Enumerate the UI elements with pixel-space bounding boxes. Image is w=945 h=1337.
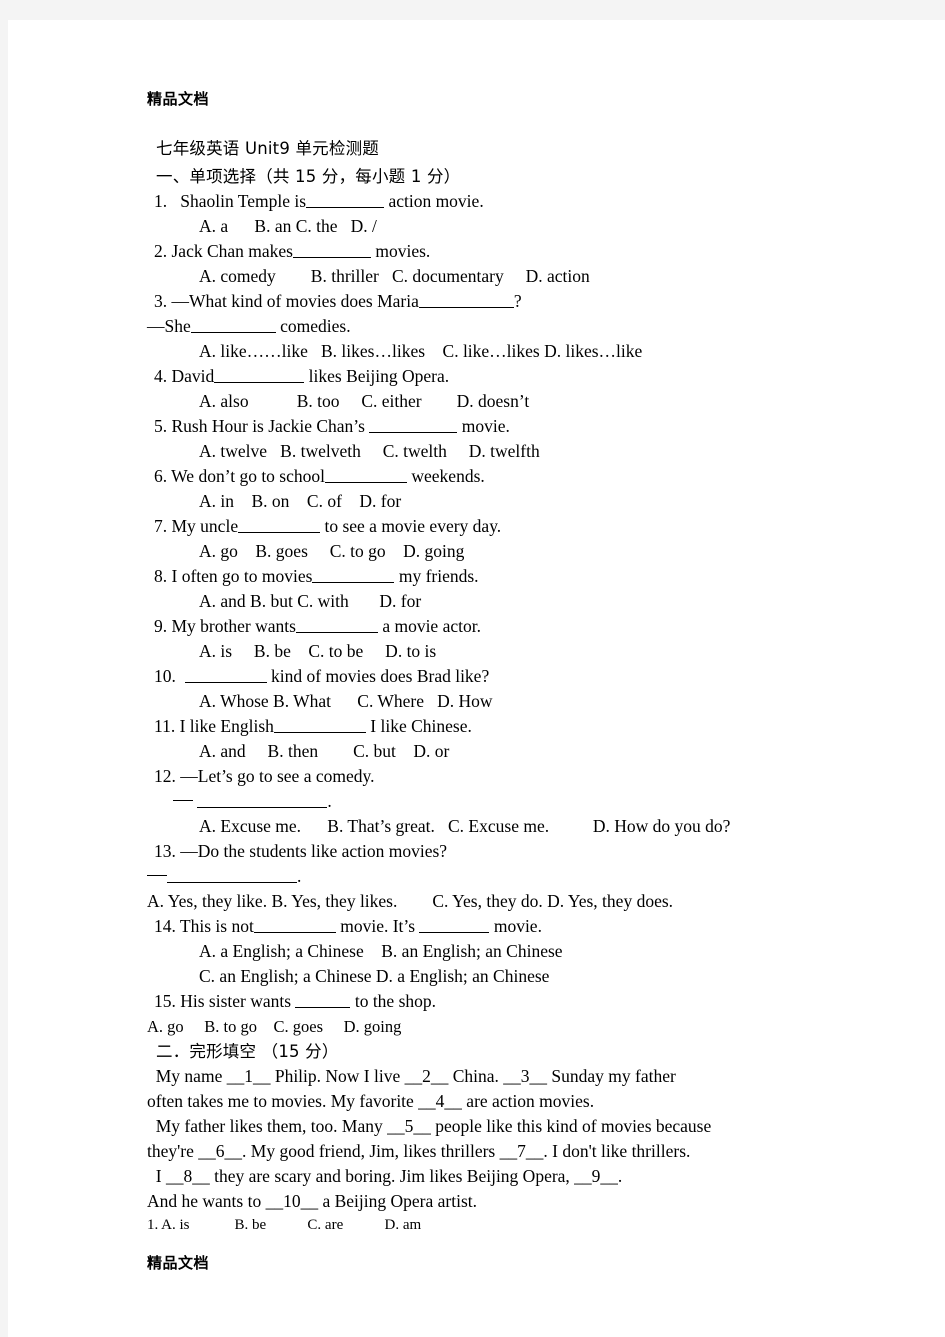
question-stem-text: 5. Rush Hour is Jackie Chan’s bbox=[154, 416, 370, 436]
question-stem-text-after: kind of movies does Brad like? bbox=[266, 666, 490, 686]
question-stem: 13. —Do the students like action movies? bbox=[154, 841, 448, 861]
question-options: A. go B. to go C. goes D. going bbox=[147, 1017, 402, 1036]
question-options: A. like……like B. likes…likes C. like…lik… bbox=[199, 341, 643, 361]
question-stem: 15. His sister wants to the shop. bbox=[147, 989, 837, 1014]
question-stem: 11. I like English I like Chinese. bbox=[147, 714, 837, 739]
em-dash-icon bbox=[173, 800, 193, 802]
question-options: A. and B. then C. but D. or bbox=[199, 741, 450, 761]
question-stem-text-after: weekends. bbox=[407, 466, 485, 486]
question-stem: 12. —Let’s go to see a comedy. bbox=[154, 766, 375, 786]
question-stem-text: 6. We don’t go to school bbox=[154, 466, 325, 486]
question-stem: 5. Rush Hour is Jackie Chan’s movie. bbox=[147, 414, 837, 439]
answer-blank bbox=[325, 467, 407, 483]
question-stem-text: 11. I like English bbox=[154, 716, 274, 736]
question-options: A. a B. an C. the D. / bbox=[199, 216, 377, 236]
question-stem-text-after: movie. bbox=[457, 416, 510, 436]
answer-blank bbox=[312, 567, 395, 583]
cloze-passage-line: I __8__ they are scary and boring. Jim l… bbox=[147, 1166, 623, 1186]
answer-blank bbox=[295, 617, 378, 633]
question-options-2: C. an English; a Chinese D. a English; a… bbox=[199, 966, 550, 986]
question-stem-text: 15. His sister wants bbox=[154, 991, 296, 1011]
cloze-option-line: 1. A. is B. be C. are D. am bbox=[147, 1217, 422, 1233]
question-stem-text-after: likes Beijing Opera. bbox=[304, 366, 450, 386]
question-stem-text: 3. —What kind of movies does Maria bbox=[154, 291, 419, 311]
question-stem-text-after: I like Chinese. bbox=[365, 716, 472, 736]
cloze-passage-line: they're __6__. My good friend, Jim, like… bbox=[147, 1141, 691, 1161]
question-answer-line: . bbox=[147, 864, 837, 889]
answer-blank bbox=[238, 517, 321, 533]
answer-blank bbox=[293, 242, 371, 258]
answer-line-suffix: . bbox=[297, 866, 302, 886]
question-continuation-text: —She bbox=[147, 316, 191, 336]
answer-blank bbox=[273, 717, 366, 733]
answer-blank-2 bbox=[419, 917, 490, 933]
question-options: A. and B. but C. with D. for bbox=[199, 591, 422, 611]
answer-blank bbox=[253, 917, 336, 933]
question-stem: 9. My brother wants a movie actor. bbox=[147, 614, 837, 639]
document-text-column: 七年级英语 Unit9 单元检测题 一、单项选择（共 15 分，每小题 1 分）… bbox=[147, 136, 837, 1236]
page-title: 七年级英语 Unit9 单元检测题 bbox=[156, 139, 379, 158]
question-stem-text-after: movie. It’s bbox=[335, 916, 420, 936]
question-stem: 1. Shaolin Temple is action movie. bbox=[147, 189, 837, 214]
answer-blank bbox=[295, 992, 351, 1008]
question-stem-text-after: movies. bbox=[371, 241, 431, 261]
cloze-passage-line: My father likes them, too. Many __5__ pe… bbox=[147, 1116, 712, 1136]
question-stem-text-after: to the shop. bbox=[350, 991, 437, 1011]
question-stem: 10. kind of movies does Brad like? bbox=[147, 664, 837, 689]
question-options: A. in B. on C. of D. for bbox=[199, 491, 402, 511]
question-stem-text: 8. I often go to movies bbox=[154, 566, 313, 586]
cloze-passage-line: often takes me to movies. My favorite __… bbox=[147, 1091, 595, 1111]
question-continuation: —She comedies. bbox=[147, 314, 837, 339]
question-options: A. twelve B. twelveth C. twelth D. twelf… bbox=[199, 441, 540, 461]
question-stem-text-after: a movie actor. bbox=[377, 616, 481, 636]
question-options: A. Yes, they like. B. Yes, they likes. C… bbox=[147, 891, 674, 911]
question-stem-text: 10. bbox=[154, 666, 185, 686]
answer-blank bbox=[306, 192, 385, 208]
question-options: A. also B. too C. either D. doesn’t bbox=[199, 391, 530, 411]
question-stem: 4. David likes Beijing Opera. bbox=[147, 364, 837, 389]
question-options: A. comedy B. thriller C. documentary D. … bbox=[199, 266, 590, 286]
question-continuation-after: comedies. bbox=[275, 316, 351, 336]
section-1-heading: 一、单项选择（共 15 分，每小题 1 分） bbox=[156, 167, 461, 186]
question-stem-text: 4. David bbox=[154, 366, 215, 386]
question-stem-text: 1. Shaolin Temple is bbox=[154, 191, 307, 211]
answer-blank bbox=[190, 317, 276, 333]
question-options: A. is B. be C. to be D. to is bbox=[199, 641, 437, 661]
cloze-passage-line: My name __1__ Philip. Now I live __2__ C… bbox=[147, 1066, 676, 1086]
footer-watermark: 精品文档 bbox=[147, 1254, 210, 1272]
question-stem-text-after-2: movie. bbox=[489, 916, 542, 936]
question-stem-text: 7. My uncle bbox=[154, 516, 239, 536]
question-options: A. go B. goes C. to go D. going bbox=[199, 541, 465, 561]
question-stem: 3. —What kind of movies does Maria? bbox=[147, 289, 837, 314]
cloze-passage-line: And he wants to __10__ a Beijing Opera a… bbox=[147, 1191, 478, 1211]
answer-line-suffix: . bbox=[327, 791, 332, 811]
question-answer-line: . bbox=[147, 789, 837, 814]
question-stem-text: 9. My brother wants bbox=[154, 616, 296, 636]
question-stem: 2. Jack Chan makes movies. bbox=[147, 239, 837, 264]
question-stem-text-after: action movie. bbox=[384, 191, 484, 211]
question-options: A. Whose B. What C. Where D. How bbox=[199, 691, 493, 711]
question-stem: 7. My uncle to see a movie every day. bbox=[147, 514, 837, 539]
question-stem-text: 2. Jack Chan makes bbox=[154, 241, 293, 261]
question-stem-text: 14. This is not bbox=[154, 916, 254, 936]
question-stem: 8. I often go to movies my friends. bbox=[147, 564, 837, 589]
question-stem: 6. We don’t go to school weekends. bbox=[147, 464, 837, 489]
answer-blank bbox=[214, 367, 305, 383]
question-stem: 14. This is not movie. It’s movie. bbox=[147, 914, 837, 939]
answer-blank bbox=[184, 667, 267, 683]
answer-blank bbox=[167, 867, 297, 883]
answer-blank bbox=[197, 792, 328, 808]
header-watermark: 精品文档 bbox=[147, 90, 210, 108]
question-stem-text-after: ? bbox=[513, 291, 522, 311]
question-options: A. a English; a Chinese B. an English; a… bbox=[199, 941, 563, 961]
question-stem-text-after: my friends. bbox=[394, 566, 479, 586]
question-stem-text-after: to see a movie every day. bbox=[320, 516, 502, 536]
section-2-heading: 二．完形填空 （15 分） bbox=[156, 1042, 339, 1061]
em-dash-icon bbox=[147, 875, 167, 877]
answer-blank bbox=[418, 292, 514, 308]
document-page: 精品文档 七年级英语 Unit9 单元检测题 一、单项选择（共 15 分，每小题… bbox=[8, 20, 945, 1337]
question-options: A. Excuse me. B. That’s great. C. Excuse… bbox=[199, 816, 731, 836]
answer-blank bbox=[369, 417, 458, 433]
